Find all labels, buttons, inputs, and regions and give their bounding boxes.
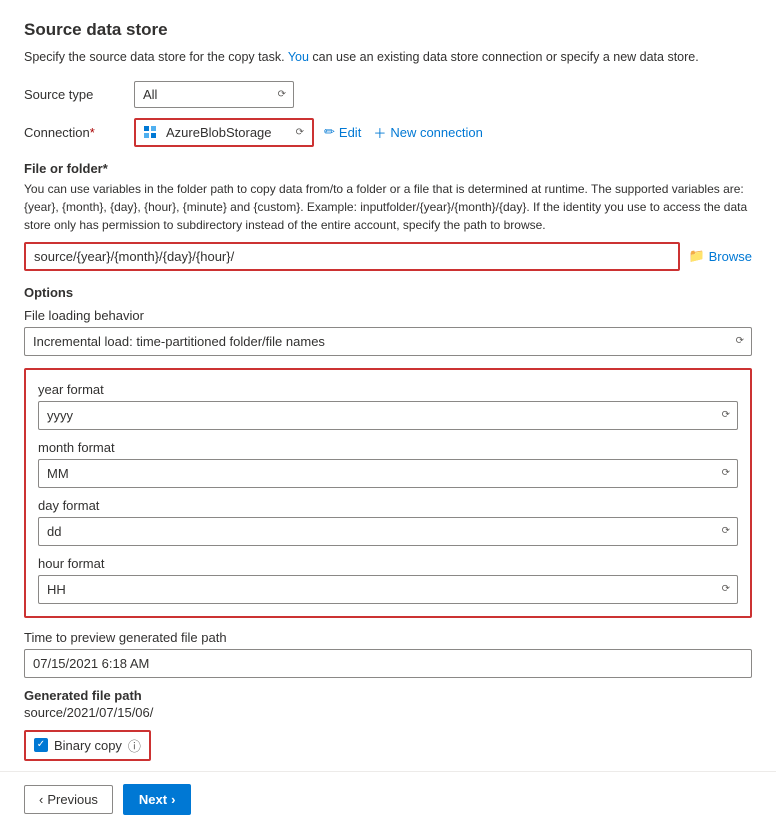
day-format-label: day format	[38, 498, 738, 513]
source-type-select[interactable]: All	[134, 81, 294, 108]
connection-select[interactable]: AzureBlobStorage	[162, 120, 312, 145]
format-section: year format yyyy ⟳ month format MM	[24, 368, 752, 618]
info-icon[interactable]: ⓘ	[128, 736, 141, 755]
next-chevron-icon: ›	[171, 792, 175, 807]
day-format-row: day format dd ⟳	[38, 498, 738, 546]
footer: ‹ Previous Next ›	[0, 771, 776, 827]
file-folder-label: File or folder*	[24, 161, 752, 176]
year-format-row: year format yyyy ⟳	[38, 382, 738, 430]
file-folder-required: *	[103, 161, 108, 176]
connection-row: Connection* AzureBlobStorage ⟳	[24, 118, 752, 147]
preview-label: Time to preview generated file path	[24, 630, 752, 645]
generated-file-path-label: Generated file path	[24, 688, 752, 703]
day-format-select[interactable]: dd	[38, 517, 738, 546]
new-connection-link[interactable]: ＋ New connection	[373, 123, 483, 142]
year-format-select-wrapper: yyyy ⟳	[38, 401, 738, 430]
previous-button[interactable]: ‹ Previous	[24, 785, 113, 814]
file-loading-select[interactable]: Incremental load: time-partitioned folde…	[24, 327, 752, 356]
options-section: Options File loading behavior Incrementa…	[24, 285, 752, 771]
description: Specify the source data store for the co…	[24, 48, 752, 67]
blob-storage-icon	[142, 124, 162, 140]
binary-copy-label: Binary copy	[54, 738, 122, 753]
hour-format-select[interactable]: HH	[38, 575, 738, 604]
description-link[interactable]: You	[288, 50, 309, 64]
file-path-input-wrapper	[24, 242, 680, 271]
month-format-row: month format MM ⟳	[38, 440, 738, 488]
connection-label: Connection*	[24, 125, 134, 140]
file-folder-desc: You can use variables in the folder path…	[24, 180, 752, 234]
file-loading-label: File loading behavior	[24, 308, 752, 323]
hour-format-select-wrapper: HH ⟳	[38, 575, 738, 604]
edit-link[interactable]: ✏ Edit	[324, 124, 361, 140]
year-format-label: year format	[38, 382, 738, 397]
generated-file-path-value: source/2021/07/15/06/	[24, 705, 752, 720]
year-format-select[interactable]: yyyy	[38, 401, 738, 430]
source-type-label: Source type	[24, 87, 134, 102]
browse-button[interactable]: 📁 Browse	[688, 248, 752, 264]
next-button[interactable]: Next ›	[123, 784, 192, 815]
file-path-input[interactable]	[24, 242, 680, 271]
month-format-select[interactable]: MM	[38, 459, 738, 488]
browse-folder-icon: 📁	[688, 248, 704, 264]
main-content: Source data store Specify the source dat…	[0, 0, 776, 771]
month-format-label: month format	[38, 440, 738, 455]
hour-format-label: hour format	[38, 556, 738, 571]
options-title: Options	[24, 285, 752, 300]
new-connection-plus-icon: ＋	[373, 123, 386, 142]
source-type-row: Source type All ⟳	[24, 81, 752, 108]
source-type-select-wrapper: All ⟳	[134, 81, 294, 108]
previous-chevron-icon: ‹	[39, 792, 43, 807]
connection-actions: ✏ Edit ＋ New connection	[324, 123, 483, 142]
connection-required: *	[90, 125, 95, 140]
connection-select-wrapper: AzureBlobStorage ⟳	[134, 118, 314, 147]
day-format-select-wrapper: dd ⟳	[38, 517, 738, 546]
month-format-select-wrapper: MM ⟳	[38, 459, 738, 488]
preview-input[interactable]	[24, 649, 752, 678]
binary-copy-row: ✓ Binary copy ⓘ	[24, 730, 151, 761]
checkbox-check-icon: ✓	[37, 740, 45, 750]
binary-copy-checkbox[interactable]: ✓	[34, 738, 48, 752]
file-folder-section: File or folder* You can use variables in…	[24, 161, 752, 271]
edit-pencil-icon: ✏	[324, 124, 335, 140]
hour-format-row: hour format HH ⟳	[38, 556, 738, 604]
file-path-row: 📁 Browse	[24, 242, 752, 271]
page-container: Source data store Specify the source dat…	[0, 0, 776, 827]
page-title: Source data store	[24, 20, 752, 40]
file-loading-select-wrapper: Incremental load: time-partitioned folde…	[24, 327, 752, 356]
